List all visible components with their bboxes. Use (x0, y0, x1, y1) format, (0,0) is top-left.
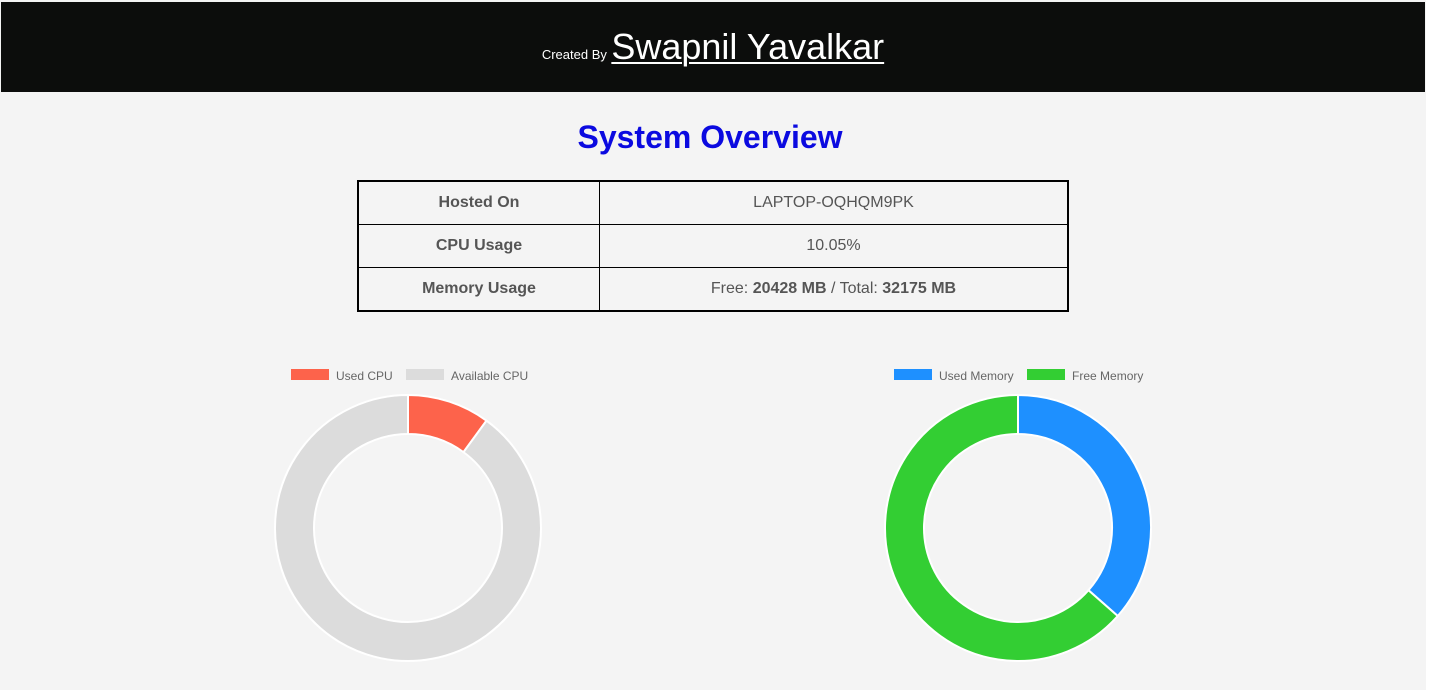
page-title: System Overview (577, 119, 843, 155)
slice-available-cpu[interactable] (274, 393, 542, 662)
memory-doughnut-chart (798, 362, 1238, 672)
memory-chart-canvas (884, 393, 1152, 662)
memory-usage-label: Memory Usage (357, 267, 600, 312)
created-by-label: Created By (541, 47, 607, 62)
memory-free-prefix: Free: (710, 280, 753, 297)
table-row-cpu-usage: CPU Usage 10.05% (357, 224, 1069, 268)
memory-free-value: 20428 MB (752, 280, 827, 297)
memory-total-value: 32175 MB (882, 280, 957, 297)
memory-total-prefix: / Total: (826, 280, 883, 297)
cpu-chart-canvas (274, 393, 542, 662)
memory-usage-value: Free: 20428 MB / Total: 32175 MB (599, 267, 1069, 312)
cpu-usage-value: 10.05% (599, 224, 1069, 268)
table-row-memory-usage: Memory Usage Free: 20428 MB / Total: 321… (357, 267, 1069, 312)
table-row-hosted-on: Hosted On LAPTOP-OQHQM9PK (357, 180, 1069, 225)
cpu-doughnut-chart (188, 362, 628, 672)
header-credit: Created By Swapnil Yavalkar (1, 26, 1425, 68)
system-overview-table: Hosted On LAPTOP-OQHQM9PK CPU Usage 10.0… (357, 180, 1069, 312)
author-link[interactable]: Swapnil Yavalkar (611, 26, 884, 67)
hosted-on-value: LAPTOP-OQHQM9PK (599, 180, 1069, 225)
hosted-on-label: Hosted On (357, 180, 600, 225)
cpu-usage-label: CPU Usage (357, 224, 600, 268)
header-bar: Created By Swapnil Yavalkar (1, 2, 1425, 92)
slice-used-memory[interactable] (1017, 393, 1152, 618)
page-background: Created By Swapnil Yavalkar System Overv… (0, 0, 1426, 690)
